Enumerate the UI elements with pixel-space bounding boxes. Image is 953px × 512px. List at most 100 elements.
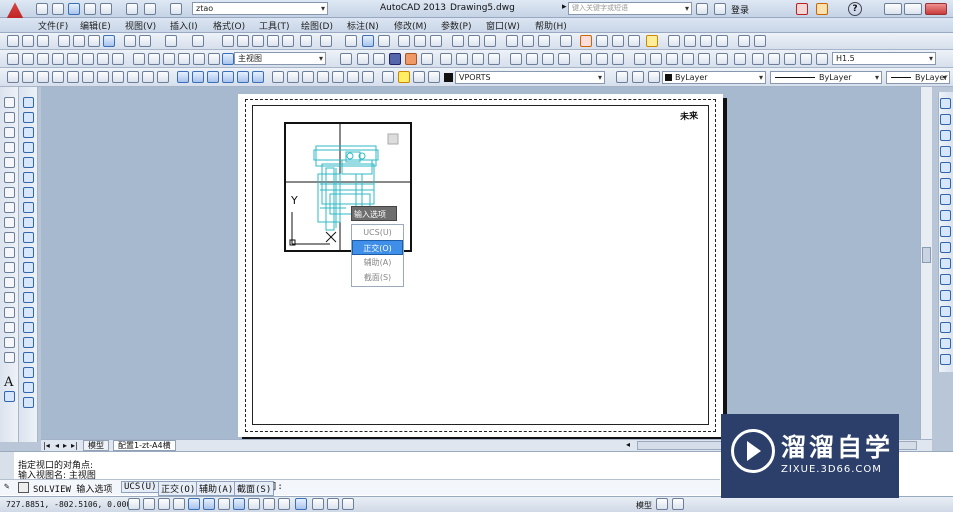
ucs-world-icon[interactable] — [666, 53, 678, 65]
annotation-scale-dropdown[interactable]: H1.5 — [832, 52, 936, 65]
sun-icon[interactable] — [413, 71, 425, 83]
clip-icon[interactable] — [716, 35, 728, 47]
vertical-scrollbar[interactable] — [920, 87, 932, 439]
snap-icon[interactable] — [143, 498, 155, 510]
save-as-icon[interactable] — [84, 3, 96, 15]
tab-nav-last-icon[interactable]: ▸| — [71, 441, 78, 450]
measure-icon[interactable] — [634, 53, 646, 65]
erase-icon[interactable] — [23, 97, 34, 108]
blend-icon[interactable] — [23, 337, 34, 348]
ucs-previous-icon[interactable] — [682, 53, 694, 65]
ducs-icon[interactable] — [248, 498, 260, 510]
3dmove-icon[interactable] — [526, 53, 538, 65]
chamfer-icon[interactable] — [940, 306, 951, 317]
search-input[interactable]: 键入关键字或短语 — [568, 2, 692, 15]
orbit-icon[interactable] — [580, 53, 592, 65]
save-icon[interactable] — [68, 3, 80, 15]
dim-baseline-icon[interactable] — [484, 35, 496, 47]
layer-dropdown[interactable]: VPORTS — [455, 71, 605, 84]
hscroll-left-icon[interactable]: ◂ — [626, 440, 630, 449]
scroll-thumb[interactable] — [922, 247, 931, 263]
blend-icon[interactable] — [940, 338, 951, 349]
osnap-icon[interactable] — [203, 498, 215, 510]
ellipse-icon[interactable] — [4, 232, 15, 243]
redo-icon[interactable] — [192, 35, 204, 47]
interfere-icon[interactable] — [222, 71, 234, 83]
pedit-icon[interactable] — [23, 367, 34, 378]
cmd-option-ortho[interactable]: 正交(O) — [158, 481, 199, 496]
ucs-origin-icon[interactable] — [752, 53, 764, 65]
open-icon[interactable] — [52, 3, 64, 15]
qnew-icon[interactable] — [7, 35, 19, 47]
view-dropdown[interactable]: 主视图 — [234, 52, 326, 65]
intersect-icon[interactable] — [207, 71, 219, 83]
menu-file[interactable]: 文件(F) — [38, 19, 68, 32]
drawing-quickview-icon[interactable] — [672, 498, 684, 510]
shaded-icon[interactable] — [421, 53, 433, 65]
xline-icon[interactable] — [4, 112, 15, 123]
ucs-3point-icon[interactable] — [784, 53, 796, 65]
arc-icon[interactable] — [4, 172, 15, 183]
wrench-icon[interactable]: ✎ — [4, 482, 9, 492]
thicken-icon[interactable] — [252, 71, 264, 83]
menu-parametric[interactable]: 参数(P) — [441, 19, 471, 32]
help-icon[interactable]: ? — [848, 2, 862, 16]
ucs-object-icon[interactable] — [716, 53, 728, 65]
shell-icon[interactable] — [287, 71, 299, 83]
array-icon[interactable] — [940, 162, 951, 173]
lightbulb-icon[interactable] — [398, 71, 410, 83]
pyramid-icon[interactable] — [97, 53, 109, 65]
cascade-icon[interactable] — [684, 35, 696, 47]
view-back-icon[interactable] — [208, 53, 220, 65]
ucs-y-icon[interactable] — [816, 53, 828, 65]
3darray-icon[interactable] — [558, 53, 570, 65]
sweep-icon[interactable] — [472, 53, 484, 65]
view-right-icon[interactable] — [178, 53, 190, 65]
ucs-face-icon[interactable] — [698, 53, 710, 65]
publish-icon[interactable] — [88, 35, 100, 47]
separate-icon[interactable] — [302, 71, 314, 83]
imprint-icon[interactable] — [272, 71, 284, 83]
layer-manager-icon[interactable] — [382, 71, 394, 83]
menu-window[interactable]: 窗口(W) — [486, 19, 520, 32]
polysolid-icon[interactable] — [112, 53, 124, 65]
conceptual-icon[interactable] — [405, 53, 417, 65]
section-icon[interactable] — [142, 71, 154, 83]
menu-modify[interactable]: 修改(M) — [394, 19, 427, 32]
minimize-icon[interactable] — [884, 3, 902, 15]
move-face-icon[interactable] — [362, 71, 374, 83]
ortho-icon[interactable] — [173, 498, 185, 510]
prism-icon[interactable] — [67, 71, 79, 83]
tab-nav-next-icon[interactable]: ▸ — [63, 441, 67, 450]
pan-icon[interactable] — [222, 35, 234, 47]
layer-walk-icon[interactable] — [596, 35, 608, 47]
copy-icon[interactable] — [23, 112, 34, 123]
revcloud-icon[interactable] — [4, 202, 15, 213]
tab-nav-prev-icon[interactable]: ◂ — [55, 441, 59, 450]
preview-icon[interactable] — [73, 35, 85, 47]
cmd-option-ucs[interactable]: UCS(U) — [121, 481, 160, 493]
realistic-icon[interactable] — [389, 53, 401, 65]
dim-jogged-icon[interactable] — [430, 35, 442, 47]
option-section[interactable]: 截面(S) — [352, 270, 403, 285]
mtext-icon[interactable]: A — [4, 375, 13, 390]
transparency-icon[interactable] — [295, 498, 307, 510]
dim-arc-icon[interactable] — [378, 35, 390, 47]
erase-icon[interactable] — [940, 114, 951, 125]
tab-model[interactable]: 模型 — [83, 440, 109, 451]
layer-prev-icon[interactable] — [580, 35, 592, 47]
option-ortho[interactable]: 正交(O) — [352, 240, 403, 255]
insert-block-icon[interactable] — [4, 262, 15, 273]
new-icon[interactable] — [36, 3, 48, 15]
open-icon[interactable] — [22, 35, 34, 47]
rotate-icon[interactable] — [23, 187, 34, 198]
dim-continue-icon[interactable] — [506, 35, 518, 47]
cylinder-icon[interactable] — [67, 53, 79, 65]
undo-icon[interactable] — [165, 35, 177, 47]
offset-icon[interactable] — [23, 142, 34, 153]
clean-icon[interactable] — [317, 71, 329, 83]
hidden-icon[interactable] — [373, 53, 385, 65]
undo-icon[interactable] — [144, 3, 156, 15]
check-icon[interactable] — [332, 71, 344, 83]
print-icon[interactable] — [126, 3, 138, 15]
